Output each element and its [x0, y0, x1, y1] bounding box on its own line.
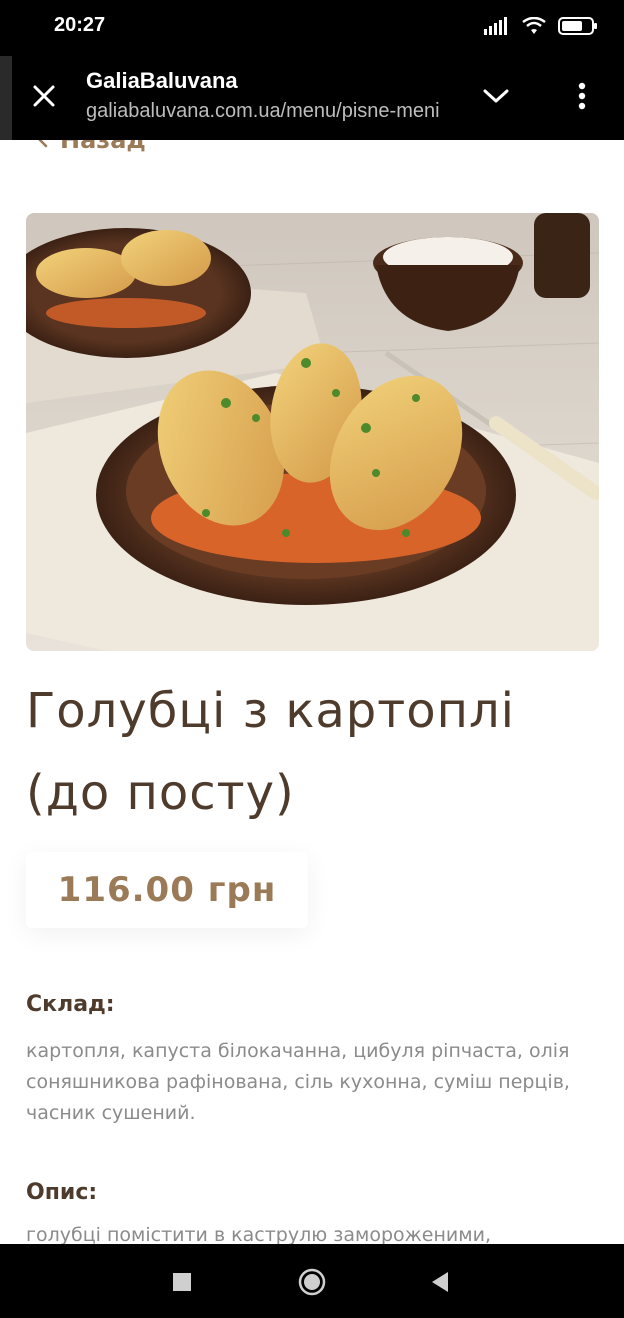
back-icon [430, 1271, 450, 1297]
ingredients-text: картопля, капуста білокачанна, цибуля рі… [26, 1040, 570, 1124]
price-card: 116.00 грн [26, 852, 308, 928]
price: 116.00 грн [57, 870, 277, 910]
recents-button[interactable] [162, 1264, 202, 1304]
wifi-icon [522, 16, 546, 39]
toolbar-edge [0, 56, 12, 140]
back-button[interactable] [420, 1264, 460, 1304]
home-icon [298, 1268, 326, 1300]
close-button[interactable] [24, 78, 64, 118]
dish-title-line-1: Голубці з картоплі [26, 683, 515, 739]
description-label: Опис: [26, 1180, 98, 1205]
ingredients-label: Склад: [26, 992, 115, 1017]
site-url[interactable]: galiabaluvana.com.ua/menu/pisne-meni [86, 100, 452, 123]
close-icon [32, 84, 56, 112]
battery-icon [558, 16, 598, 40]
site-title: GaliaBaluvana [86, 68, 238, 93]
page-content: Назад Голубці з картоплі (до посту) 116.… [0, 140, 624, 1244]
status-time: 20:27 [54, 14, 106, 36]
dish-photo [26, 213, 599, 651]
chevron-down-icon [483, 88, 509, 108]
status-icons [484, 16, 598, 40]
expand-button[interactable] [474, 78, 518, 118]
navigation-bar [0, 1244, 624, 1318]
more-options-button[interactable] [560, 78, 604, 118]
back-link[interactable]: Назад [34, 140, 146, 154]
signal-icon [484, 17, 510, 39]
dish-title-line-2: (до посту) [26, 765, 295, 821]
status-bar: 20:27 [0, 0, 624, 56]
browser-toolbar: GaliaBaluvana galiabaluvana.com.ua/menu/… [0, 56, 624, 140]
back-link-label: Назад [60, 140, 146, 154]
dish-title: Голубці з картоплі (до посту) [26, 670, 596, 834]
home-button[interactable] [292, 1264, 332, 1304]
chevron-left-icon [34, 140, 48, 154]
description-text: голубці помістити в каструлю замороженим… [26, 1224, 491, 1244]
more-vert-icon [578, 82, 586, 114]
recents-icon [172, 1272, 192, 1296]
